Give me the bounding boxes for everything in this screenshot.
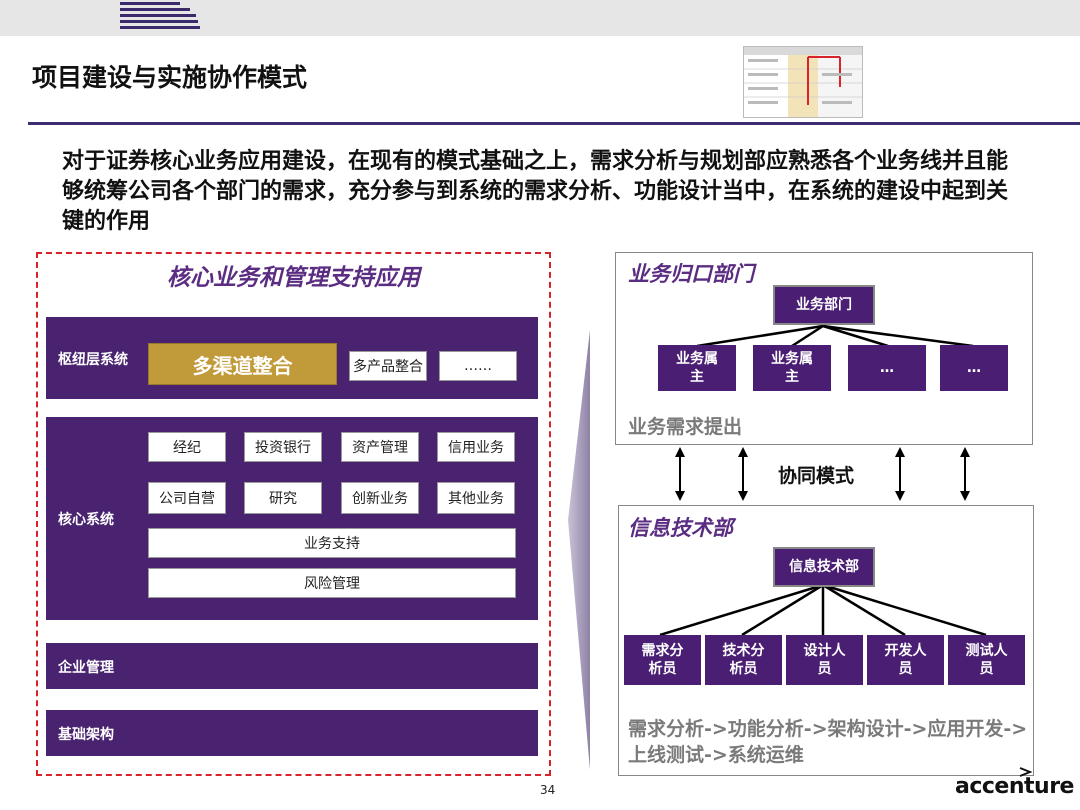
business-requirement-caption: 业务需求提出 (628, 416, 743, 438)
core-systems-label: 核心系统 (58, 512, 114, 528)
collab-mode-label: 协同模式 (778, 465, 855, 487)
slide-thumbnail (743, 46, 863, 118)
core-box-innovation: 创新业务 (341, 482, 419, 514)
enterprise-band: 企业管理 (46, 643, 538, 689)
connector-wedge (568, 330, 590, 770)
hub-more-box: …… (439, 351, 517, 381)
it-role-requirements-analyst: 需求分析员 (624, 635, 701, 685)
infrastructure-band: 基础架构 (46, 710, 538, 756)
header-stripes-decoration (120, 0, 200, 34)
business-owner-1: 业务属主 (658, 345, 736, 391)
page-number: 34 (540, 783, 556, 797)
enterprise-label: 企业管理 (58, 660, 114, 676)
core-box-brokerage: 经纪 (148, 432, 226, 462)
business-support-box: 业务支持 (148, 528, 516, 558)
business-owner-2: 业务属主 (753, 345, 831, 391)
it-role-developer: 开发人员 (867, 635, 944, 685)
core-box-other: 其他业务 (437, 482, 515, 514)
core-box-research: 研究 (244, 482, 322, 514)
it-dept-root: 信息技术部 (773, 547, 875, 587)
it-role-technical-analyst: 技术分析员 (705, 635, 782, 685)
core-box-asset-management: 资产管理 (341, 432, 419, 462)
intro-text: 对于证券核心业务应用建设，在现有的模式基础之上，需求分析与规划部应熟悉各个业务线… (62, 149, 1009, 234)
it-role-tester: 测试人员 (948, 635, 1025, 685)
it-role-designer: 设计人员 (786, 635, 863, 685)
slide-title: 项目建设与实施协作模式 (32, 63, 308, 92)
accenture-logo: accenture (955, 774, 1074, 799)
multiproduct-box: 多产品整合 (349, 351, 427, 381)
header-divider (28, 122, 1080, 125)
core-box-credit: 信用业务 (437, 432, 515, 462)
business-dept-root: 业务部门 (773, 285, 875, 325)
risk-management-box: 风险管理 (148, 568, 516, 598)
core-box-proprietary: 公司自营 (148, 482, 226, 514)
accenture-logo-mark-icon (1019, 767, 1032, 777)
business-owner-more-1: … (848, 345, 926, 391)
core-apps-title: 核心业务和管理支持应用 (167, 265, 420, 291)
core-box-investment-banking: 投资银行 (244, 432, 322, 462)
it-process-caption: 需求分析->功能分析->架构设计->应用开发->上线测试->系统运维 (628, 718, 1028, 766)
multichannel-box: 多渠道整合 (148, 343, 337, 385)
business-owner-more-2: … (940, 345, 1008, 391)
hub-layer-label: 枢纽层系统 (58, 352, 128, 368)
infrastructure-label: 基础架构 (58, 727, 114, 743)
